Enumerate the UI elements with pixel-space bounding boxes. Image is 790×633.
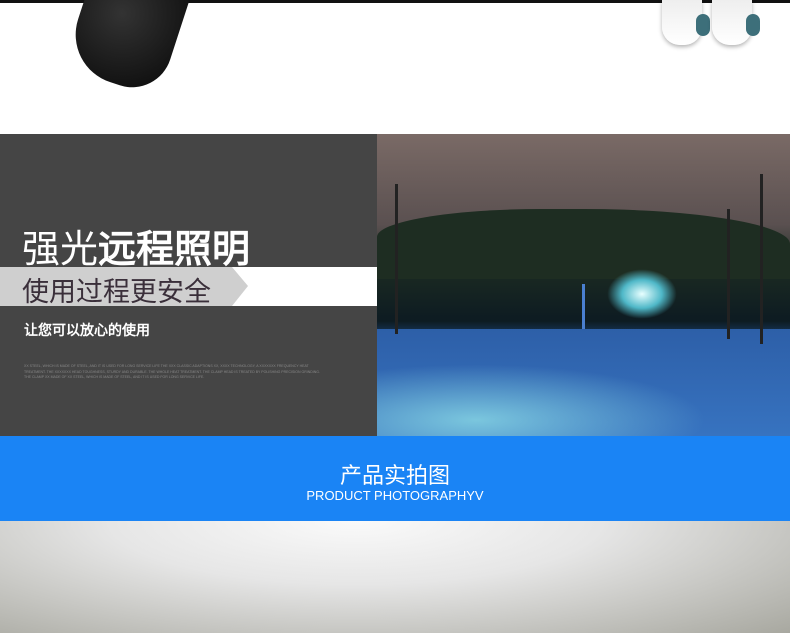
section-subtitle: PRODUCT PHOTOGRAPHYV [306, 488, 484, 503]
section-header: 产品实拍图 PRODUCT PHOTOGRAPHYV [0, 436, 790, 521]
accessory-image [662, 0, 762, 50]
feature-title-light: 强光 [22, 227, 99, 271]
product-photo [0, 521, 790, 633]
basketball-court-photo [377, 134, 790, 436]
flashlight-image [62, 0, 194, 98]
subtitle-band: 使用过程更安全 [0, 267, 377, 306]
feature-fine-print: XX STEEL, WHICH IS MADE OF STEEL, AND IT… [24, 364, 321, 379]
section-title: 产品实拍图 [339, 464, 450, 489]
feature-title: 强光远程照明 [22, 218, 250, 273]
feature-lead: 让您可以放心的使用 [24, 323, 150, 339]
subtitle-ribbon: 使用过程更安全 [0, 267, 248, 306]
feature-title-bold: 远程照明 [98, 227, 251, 271]
product-image-top [0, 0, 790, 134]
feature-subtitle: 使用过程更安全 [22, 277, 211, 308]
feature-panel: 强光远程照明 使用过程更安全 让您可以放心的使用 XX STEEL, WHICH… [0, 134, 377, 436]
